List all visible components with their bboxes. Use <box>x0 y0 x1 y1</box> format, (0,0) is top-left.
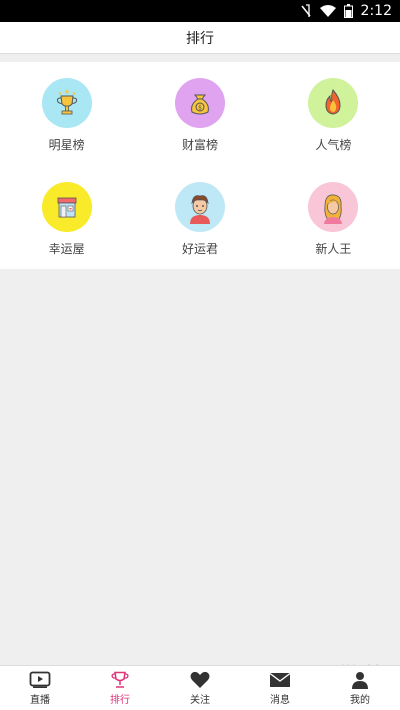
fire-icon <box>308 78 359 128</box>
ranking-label: 好运君 <box>181 241 218 256</box>
tv-icon <box>29 671 51 688</box>
tab-follow[interactable]: 关注 <box>160 666 240 710</box>
bottom-tab-bar: 直播 排行 关注 消息 我的 <box>0 665 400 710</box>
tab-label: 关注 <box>190 694 210 706</box>
ranking-label: 财富榜 <box>181 138 218 152</box>
tab-ranking[interactable]: 排行 <box>80 666 160 710</box>
ranking-item-lucky-house[interactable]: 幸运屋 <box>0 166 133 270</box>
ranking-label: 人气榜 <box>315 138 352 152</box>
ranking-item-wealth[interactable]: $ 财富榜 <box>133 62 266 166</box>
tab-live[interactable]: 直播 <box>0 666 80 710</box>
wifi-icon <box>319 5 336 17</box>
page-title: 排行 <box>186 30 214 47</box>
svg-text:$: $ <box>198 105 202 112</box>
ranking-label: 新人王 <box>315 241 352 256</box>
svg-text:★: ★ <box>57 91 62 97</box>
battery-icon <box>343 4 353 18</box>
trophy-icon: ★ ★ ★ <box>41 78 92 128</box>
heart-icon <box>190 671 210 688</box>
tab-label: 消息 <box>270 694 290 706</box>
mail-icon <box>269 672 291 687</box>
ranking-item-stars[interactable]: ★ ★ ★ 明星榜 <box>0 62 133 166</box>
tab-label: 我的 <box>350 694 370 706</box>
header: 排行 <box>0 22 400 54</box>
ranking-label: 幸运屋 <box>48 241 85 256</box>
ranking-item-popularity[interactable]: 人气榜 <box>267 62 400 166</box>
trophy-outline-icon <box>111 671 129 688</box>
ranking-item-newcomer[interactable]: 新人王 <box>267 166 400 270</box>
shop-icon <box>41 181 92 232</box>
tab-label: 直播 <box>30 694 50 706</box>
ranking-grid: ★ ★ ★ 明星榜 $ 财富榜 人气榜 幸运屋 好运君 新人王 <box>0 62 400 269</box>
ranking-item-lucky-guy[interactable]: 好运君 <box>133 166 266 270</box>
tab-label: 排行 <box>110 694 130 706</box>
tab-me[interactable]: 我的 <box>320 666 400 710</box>
no-sim-icon <box>300 4 311 17</box>
status-bar: 2:12 <box>0 0 400 22</box>
tab-messages[interactable]: 消息 <box>240 666 320 710</box>
user-icon <box>352 671 368 689</box>
money-bag-icon: $ <box>174 78 225 128</box>
ranking-label: 明星榜 <box>48 138 85 152</box>
svg-text:★: ★ <box>71 91 76 97</box>
girl-avatar-icon <box>308 181 359 232</box>
svg-text:★: ★ <box>64 88 70 96</box>
status-time: 2:12 <box>360 3 392 19</box>
boy-avatar-icon <box>174 181 225 232</box>
